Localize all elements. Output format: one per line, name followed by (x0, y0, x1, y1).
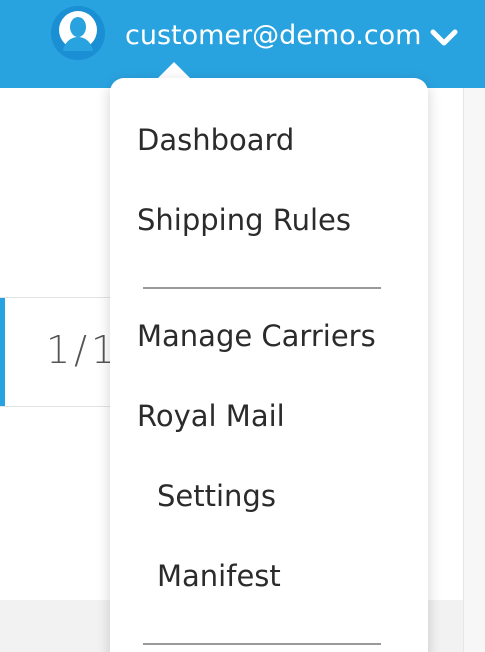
right-panel-edge (463, 88, 485, 652)
user-avatar-icon[interactable] (51, 6, 105, 60)
menu-item-shipping-rules[interactable]: Shipping Rules (137, 198, 351, 242)
user-dropdown-menu: Dashboard Shipping Rules Manage Carriers… (110, 78, 428, 652)
top-header-bar: customer@demo.com (0, 0, 485, 88)
user-email-label[interactable]: customer@demo.com (125, 16, 422, 56)
app-root: customer@demo.com 1/1 Dashboard Shipping… (0, 0, 485, 652)
menu-item-manage-carriers[interactable]: Manage Carriers (137, 314, 376, 358)
menu-item-royal-mail-settings[interactable]: Settings (157, 474, 276, 518)
pagination-accent (0, 298, 5, 406)
menu-divider (143, 287, 381, 289)
menu-item-dashboard[interactable]: Dashboard (137, 118, 294, 162)
menu-item-royal-mail-manifest[interactable]: Manifest (157, 554, 281, 598)
pagination-text: 1/1 (46, 328, 120, 372)
chevron-down-icon[interactable] (428, 24, 460, 52)
menu-item-royal-mail[interactable]: Royal Mail (137, 394, 285, 438)
menu-divider (143, 643, 381, 645)
